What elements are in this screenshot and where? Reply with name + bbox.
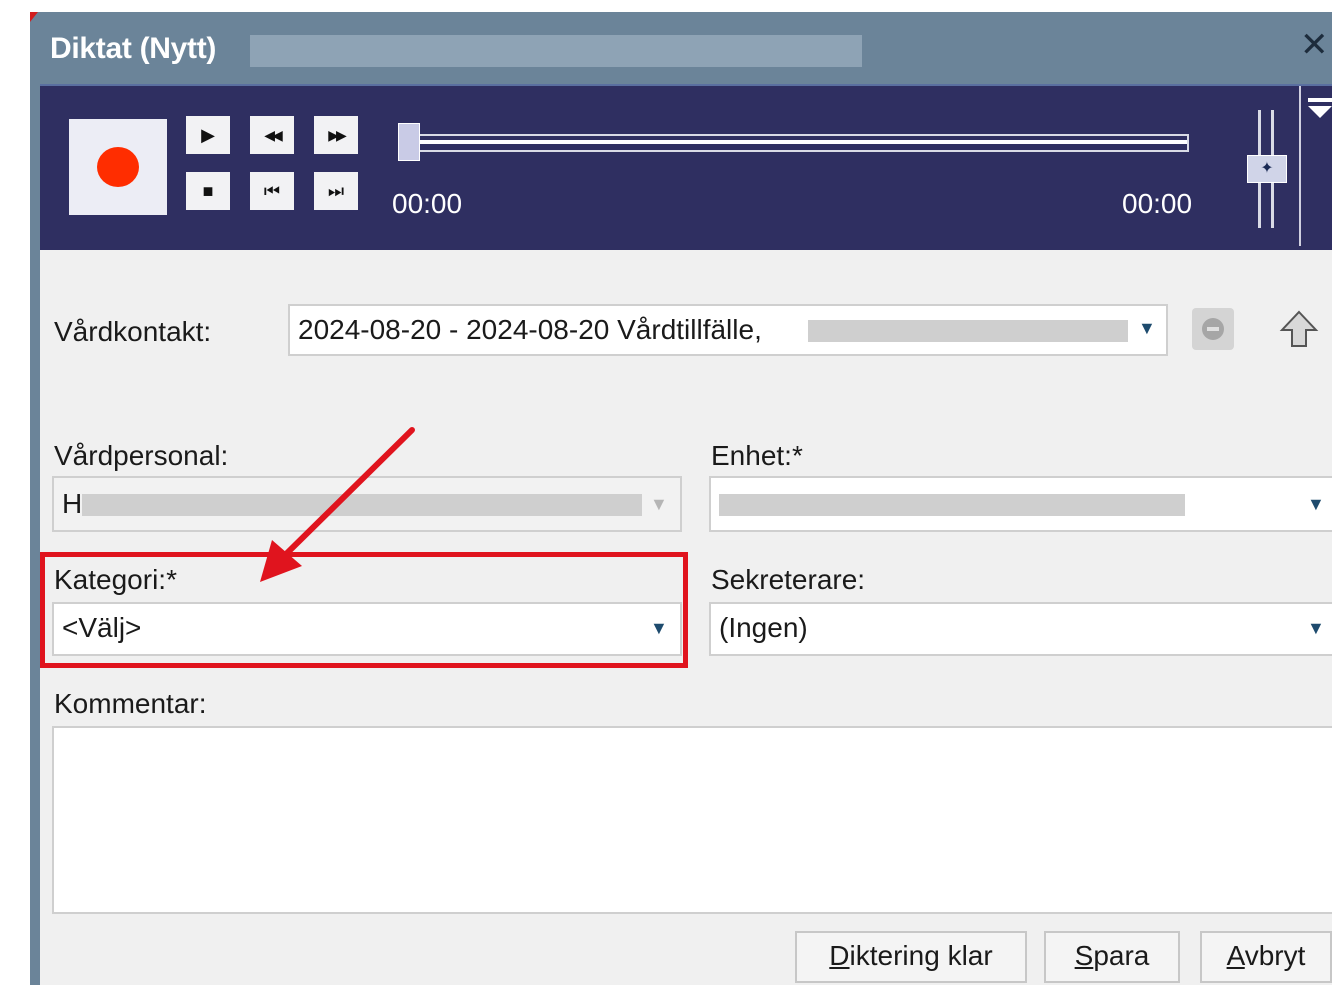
panel-menu-icon[interactable] [1308, 96, 1332, 126]
play-icon: ▶ [201, 124, 215, 145]
red-corner-mark [30, 12, 38, 22]
diktering-klar-label: iktering klar [849, 940, 993, 971]
diktering-klar-button[interactable]: Diktering klar [795, 931, 1027, 983]
record-button[interactable] [69, 119, 167, 215]
kommentar-label: Kommentar: [54, 688, 207, 719]
window-title: Diktat (Nytt) [50, 32, 217, 65]
skip-to-start-button[interactable]: ⏮ [250, 172, 294, 210]
vardkontakt-label: Vårdkontakt: [54, 316, 212, 347]
background-top [0, 0, 1332, 12]
skip-to-end-icon: ⏭ [327, 180, 345, 201]
record-icon [97, 147, 139, 187]
enhet-label: Enhet:* [711, 440, 803, 471]
kommentar-textarea[interactable] [52, 726, 1332, 914]
annotation-arrow [260, 427, 415, 582]
rewind-button[interactable]: ◀◀ [250, 116, 294, 154]
spara-accel: S [1074, 940, 1094, 971]
chevron-down-icon: ▼ [1307, 494, 1325, 514]
sekreterare-label: Sekreterare: [711, 564, 866, 595]
vardpersonal-value: H [62, 488, 83, 519]
chevron-down-icon: ▼ [650, 494, 668, 514]
redacted-unit-name [719, 494, 1185, 516]
vardpersonal-label: Vårdpersonal: [54, 440, 229, 471]
seek-bar-line [417, 140, 1187, 144]
background-left [0, 0, 30, 985]
sekreterare-value: (Ingen) [719, 612, 808, 643]
play-button[interactable]: ▶ [186, 116, 230, 154]
fast-forward-button[interactable]: ▶▶ [314, 116, 358, 154]
seek-handle[interactable] [398, 123, 420, 161]
spara-label: para [1093, 940, 1150, 971]
skip-to-end-button[interactable]: ⏭ [314, 172, 358, 210]
stop-icon: ■ [202, 180, 214, 201]
fast-forward-icon: ▶▶ [328, 126, 346, 143]
skip-to-start-icon: ⏮ [263, 180, 281, 201]
chevron-down-icon: ▼ [1307, 618, 1325, 638]
time-total: 00:00 [1122, 188, 1193, 219]
spara-button[interactable]: Spara [1044, 931, 1180, 983]
dictation-form: Vårdkontakt: 2024-08-20 - 2024-08-20 Vår… [40, 250, 1332, 985]
enhet-dropdown[interactable]: ▼ [709, 476, 1332, 532]
vardkontakt-dropdown[interactable]: 2024-08-20 - 2024-08-20 Vårdtillfälle, ▼ [288, 304, 1168, 356]
avbryt-accel: A [1226, 940, 1245, 971]
sekreterare-dropdown[interactable]: (Ingen) ▼ [709, 602, 1332, 656]
audio-player: ▶ ◀◀ ▶▶ ■ ⏮ ⏭ 00:00 00:00 ✦ [40, 84, 1332, 250]
avbryt-button[interactable]: Avbryt [1200, 931, 1332, 983]
go-up-button[interactable] [1278, 308, 1320, 350]
arrow-up-icon [1279, 310, 1319, 347]
diktering-klar-accel: D [829, 940, 850, 971]
rewind-icon: ◀◀ [264, 126, 282, 143]
close-icon[interactable]: ✕ [1300, 28, 1329, 62]
time-elapsed: 00:00 [392, 188, 463, 219]
remove-contact-button[interactable] [1192, 308, 1234, 350]
chevron-down-icon: ▼ [1138, 318, 1156, 338]
redacted-patient-info [808, 320, 1128, 342]
player-divider [1299, 86, 1301, 246]
stop-button[interactable]: ■ [186, 172, 230, 210]
vardkontakt-value: 2024-08-20 - 2024-08-20 Vårdtillfälle, [298, 314, 762, 345]
minus-circle-icon [1202, 318, 1224, 340]
dictation-dialog: Diktat (Nytt) ✕ ▶ ◀◀ ▶▶ ■ ⏮ ⏭ 00:00 00:0… [30, 12, 1332, 985]
seek-bar[interactable] [415, 134, 1189, 152]
speed-runner-icon[interactable]: ✦ [1247, 155, 1287, 183]
avbryt-label: vbryt [1244, 940, 1306, 971]
title-bar[interactable]: Diktat (Nytt) ✕ [30, 12, 1332, 82]
redacted-title-extra [250, 35, 862, 67]
